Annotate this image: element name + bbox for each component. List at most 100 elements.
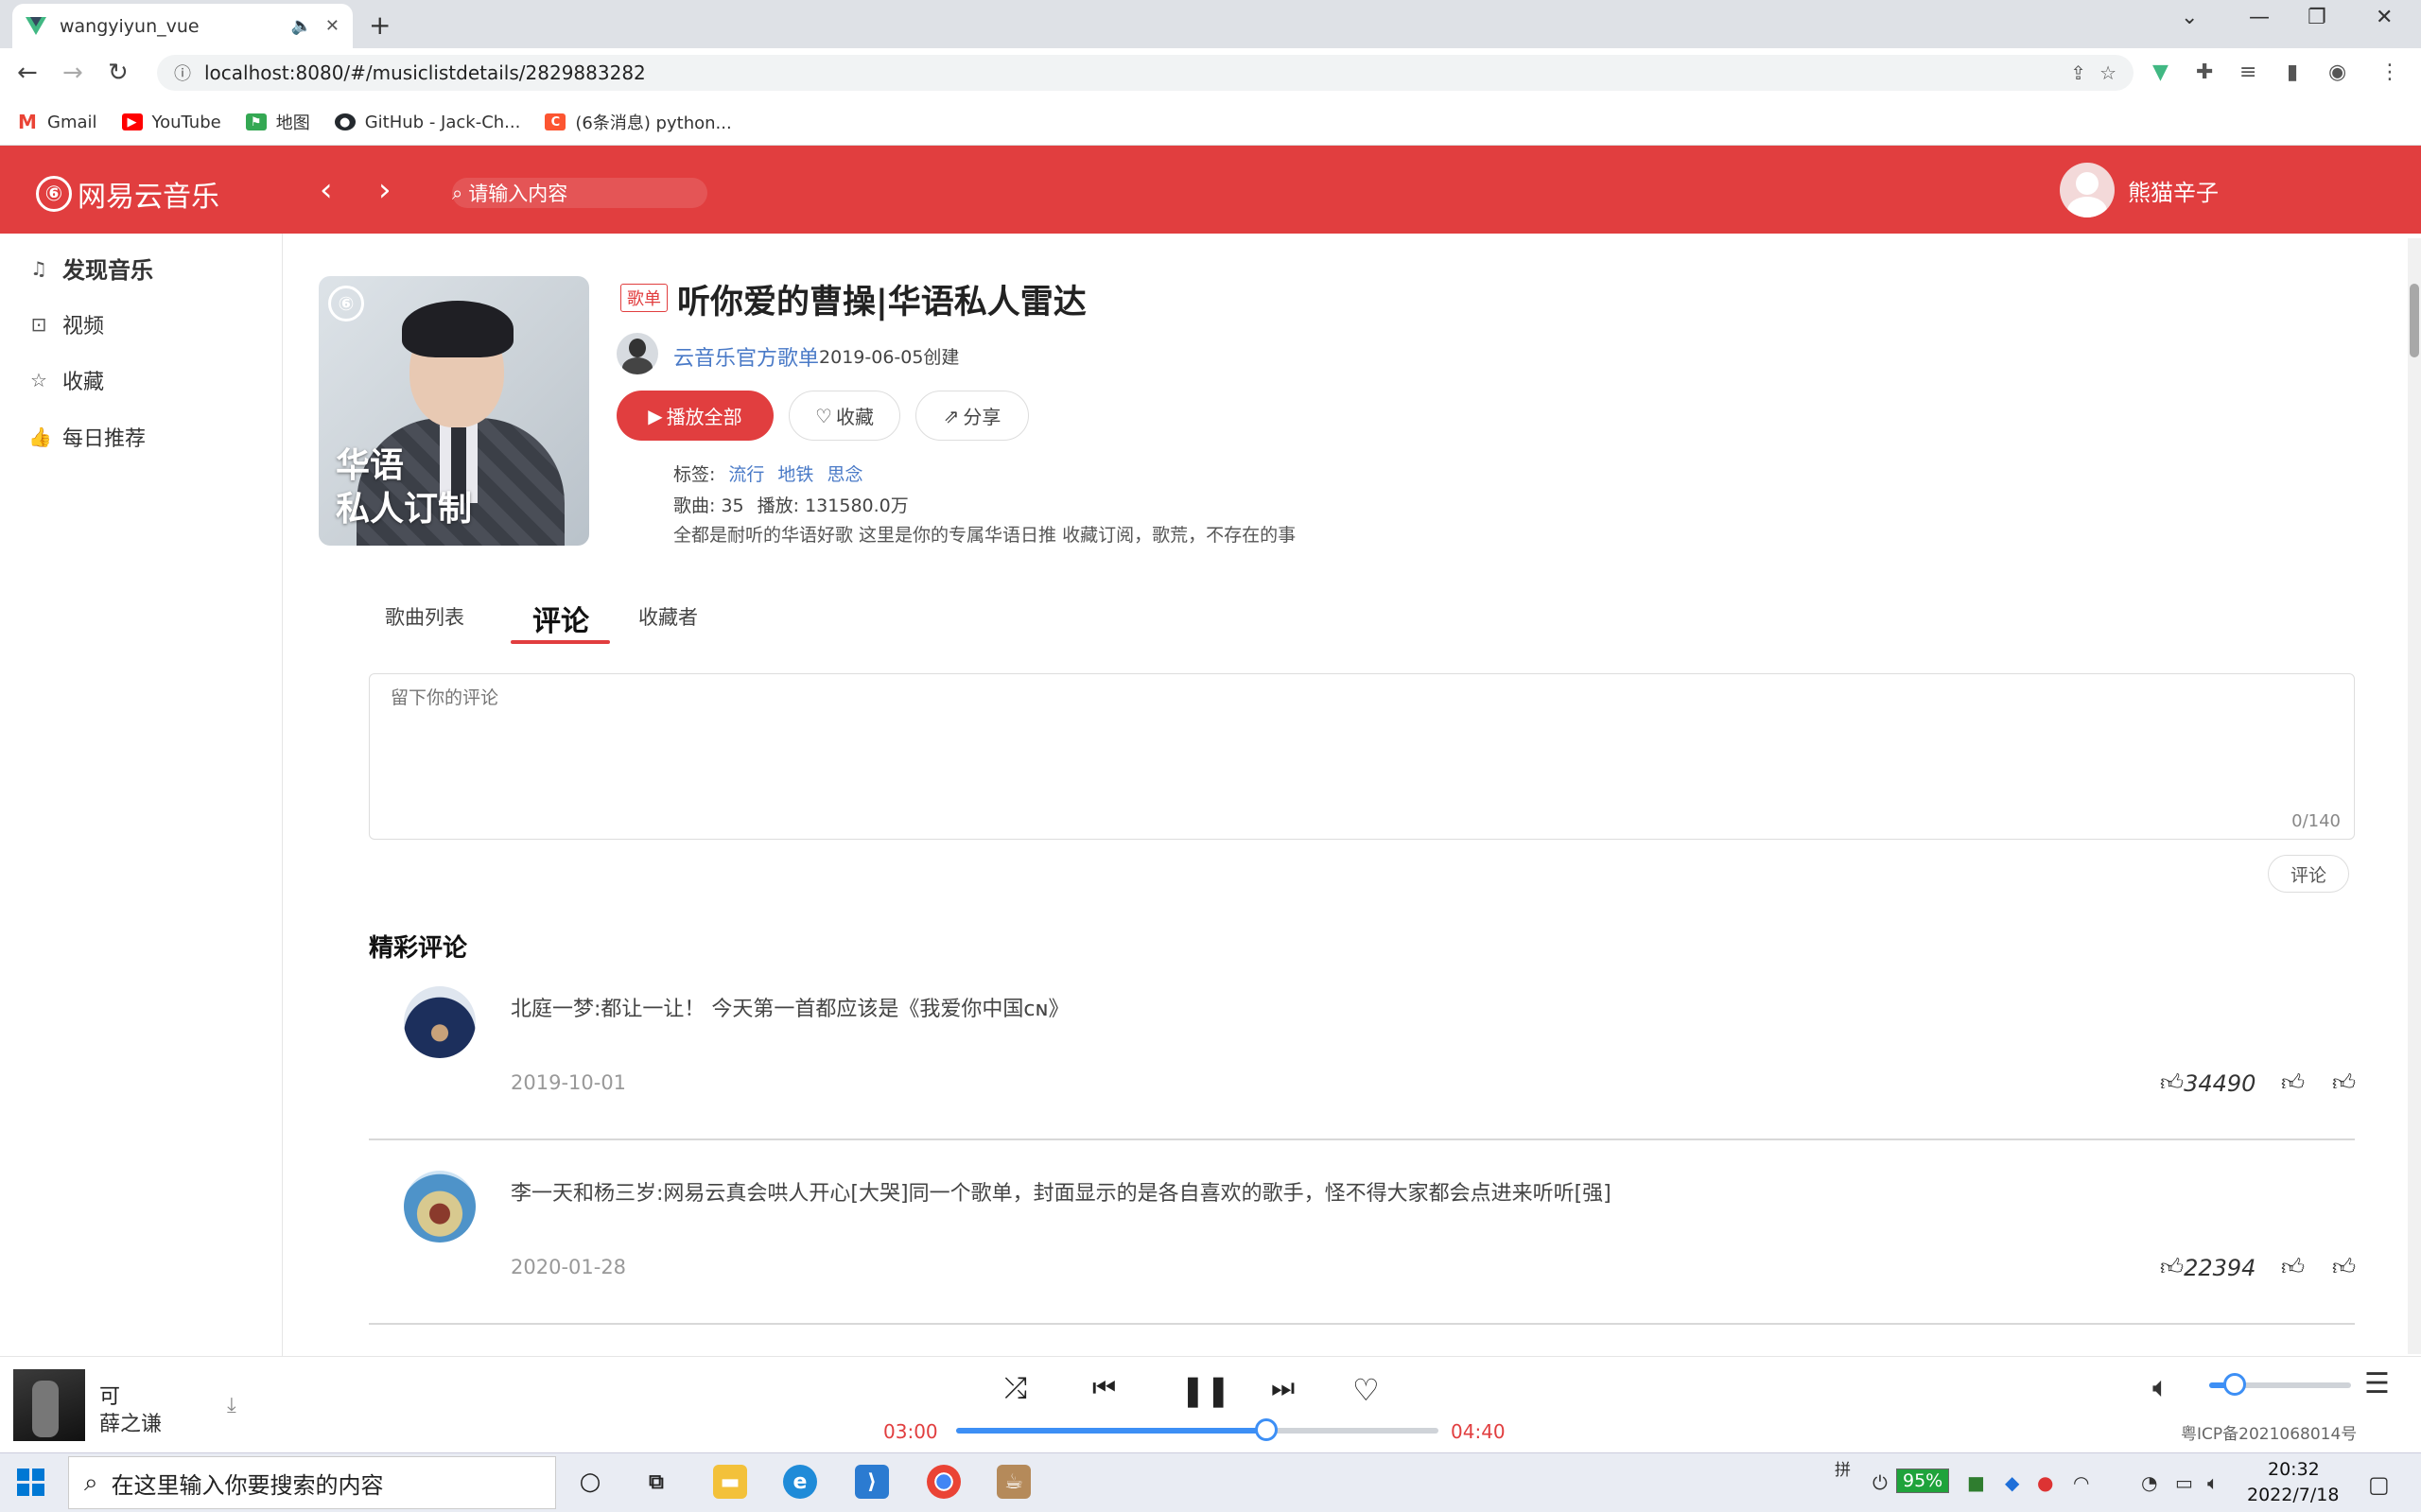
bookmark-github[interactable]: ● GitHub - Jack-Ch... [334,113,520,132]
sidebar-item-daily[interactable]: 👍 每日推荐 [28,422,146,452]
profile-icon[interactable]: ◉ [2328,61,2346,84]
tab-search-icon[interactable]: ⌄ [2181,6,2198,29]
comment-date: 2020-01-28 [511,1256,627,1278]
nvidia-icon[interactable]: ■ [1967,1471,1985,1494]
shuffle-icon[interactable]: ⤮ [1004,1372,1027,1405]
bookmark-star-icon[interactable]: ☆ [2099,61,2116,84]
progress-handle[interactable] [1255,1418,1278,1441]
submit-comment-button[interactable]: 评论 [2268,855,2349,893]
tag-link[interactable]: 思念 [827,461,862,486]
file-explorer-icon[interactable]: ▬ [713,1465,747,1499]
clock-date[interactable]: 2022/7/18 [2247,1485,2339,1505]
volume-icon[interactable]: 🔈︎ [2152,1371,2169,1404]
progress-fill [956,1428,1266,1434]
search-box[interactable]: ⌕ 请输入内容 [452,178,707,208]
tab-subscribers[interactable]: 收藏者 [638,602,698,631]
share-button[interactable]: ⇗ 分享 [915,391,1029,441]
creator-avatar[interactable] [617,333,658,374]
user-menu[interactable]: 熊猫辛子 [2060,163,2219,217]
close-window-icon[interactable]: ✕ [2376,6,2393,29]
tag-link[interactable]: 地铁 [777,461,813,486]
task-view-icon[interactable]: ⧉ [639,1465,673,1499]
restore-icon[interactable]: ❐ [2308,6,2326,29]
tab-song-list[interactable]: 歌曲列表 [385,602,464,631]
page-scrollbar[interactable] [2408,238,2421,1354]
app-logo[interactable]: ⑥ 网易云音乐 [36,173,219,215]
avatar[interactable] [2060,163,2115,217]
like-song-icon[interactable]: ♡ [1352,1372,1380,1408]
forward-icon[interactable]: → [62,59,83,87]
new-tab-icon[interactable]: + [369,9,391,41]
history-back-icon[interactable]: ‹ [320,171,333,209]
taskbar-search-input[interactable]: 在这里输入你要搜索的内容 [112,1467,384,1500]
icp-license[interactable]: 粤ICP备2021068014号 [2181,1420,2357,1444]
reply-button[interactable]: 👍︎ [2332,1069,2356,1097]
media-control-icon[interactable]: ≡ [2239,61,2256,84]
browser-menu-icon[interactable]: ⋮ [2379,61,2400,84]
favorite-button[interactable]: ♡ 收藏 [789,391,900,441]
tab-comments[interactable]: 评论 [532,598,589,639]
qq-icon[interactable]: ● [2037,1471,2053,1494]
security-icon[interactable]: ◆ [2005,1471,2019,1494]
close-tab-icon[interactable]: ✕ [325,16,340,36]
bookmark-csdn[interactable]: C (6条消息) python... [545,110,732,134]
sidebar-item-video[interactable]: ⊡ 视频 [28,309,104,339]
like-button[interactable]: 👍︎ [2281,1254,2305,1281]
chrome-icon[interactable] [927,1465,961,1499]
playlist-queue-icon[interactable]: ☰ [2364,1367,2390,1400]
edge-icon[interactable]: e [783,1465,817,1499]
browser-tab[interactable]: wangyiyun_vue 🔈 ✕ [12,4,353,48]
minimize-icon[interactable]: — [2249,6,2270,29]
coffee-app-icon[interactable]: ☕ [997,1465,1031,1499]
battery-icon[interactable]: ▭ [2175,1471,2193,1494]
battery-percentage[interactable]: 95% [1896,1469,1950,1493]
network-icon[interactable]: ◠ [2073,1471,2089,1494]
reply-button[interactable]: 👍︎ [2332,1254,2356,1281]
ime-indicator[interactable]: 拼 [1835,1456,1851,1480]
pause-icon[interactable]: ❚❚ [1180,1372,1231,1408]
comment-date: 2019-10-01 [511,1071,627,1094]
page-scrollbar-thumb[interactable] [2410,284,2419,357]
notification-icon[interactable]: ▢ [2368,1471,2390,1498]
speaker-icon[interactable]: 🔈︎ [2207,1471,2219,1494]
share-icon: ⇗ [943,404,960,427]
sidebar-item-favorites[interactable]: ☆ 收藏 [28,365,104,395]
download-icon[interactable]: ⤓ [227,1394,236,1417]
favorite-label: 收藏 [835,406,874,428]
cortana-icon[interactable]: ○ [573,1465,607,1499]
bookmark-label: (6条消息) python... [575,113,732,133]
site-info-icon[interactable]: ⓘ [174,61,191,85]
history-forward-icon[interactable]: › [378,171,392,209]
vue-devtools-icon[interactable]: ▼ [2152,61,2168,84]
vscode-icon[interactable]: ⟩ [855,1465,889,1499]
play-all-button[interactable]: ▶ 播放全部 [617,391,774,441]
next-track-icon[interactable]: ⏭︎ [1271,1372,1295,1404]
bookmark-youtube[interactable]: ▶ YouTube [121,113,221,132]
wifi-icon[interactable]: ◔ [2141,1471,2157,1494]
search-input[interactable]: 请输入内容 [468,179,567,207]
clock-time[interactable]: 20:32 [2268,1459,2320,1480]
share-page-icon[interactable]: ⇪ [2070,61,2086,84]
taskbar-search-box[interactable]: ⌕ 在这里输入你要搜索的内容 [68,1456,556,1509]
previous-track-icon[interactable]: ⏮︎ [1092,1372,1116,1404]
creator-name[interactable]: 云音乐官方歌单 [673,341,819,372]
sidebar-item-discover[interactable]: ♫ 发现音乐 [28,252,153,285]
back-icon[interactable]: ← [17,59,38,87]
speaker-icon[interactable]: 🔈 [290,16,311,36]
side-panel-icon[interactable]: ▮ [2287,61,2298,84]
power-icon[interactable]: ⏻ [1872,1471,1888,1494]
volume-handle[interactable] [2223,1373,2246,1396]
comment-textarea[interactable] [391,687,2187,708]
extensions-icon[interactable]: ✚ [2196,61,2213,84]
comment-avatar[interactable] [404,986,476,1058]
now-playing-cover[interactable] [13,1369,85,1441]
bookmark-maps[interactable]: ⚑ 地图 [245,110,310,134]
url-field[interactable]: ⓘ localhost:8080/#/musiclistdetails/2829… [157,55,2134,91]
windows-start-icon[interactable] [17,1469,45,1497]
bookmark-gmail[interactable]: M Gmail [17,111,96,133]
comment-avatar[interactable] [404,1171,476,1243]
reload-icon[interactable]: ↻ [108,59,129,87]
bookmarks-bar: M Gmail ▶ YouTube ⚑ 地图 ● GitHub - Jack-C… [0,99,2421,146]
tag-link[interactable]: 流行 [728,461,764,486]
like-button[interactable]: 👍︎ [2281,1069,2305,1097]
